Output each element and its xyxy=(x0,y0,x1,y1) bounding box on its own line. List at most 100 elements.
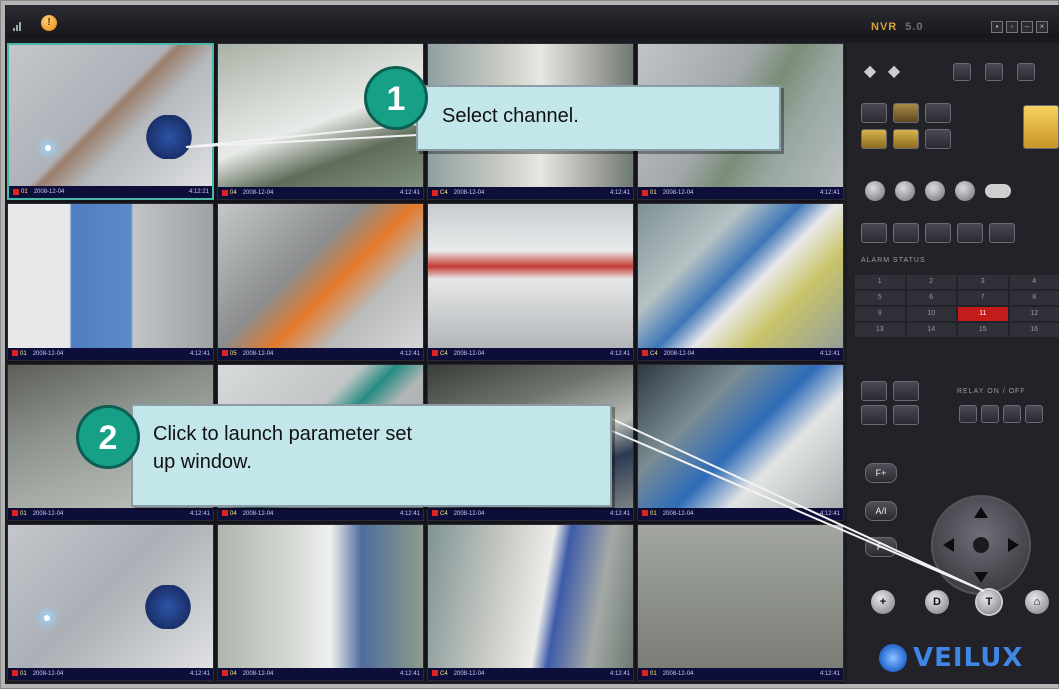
channel-info-bar: 04 2008-12-04 4:12:41 xyxy=(218,507,423,520)
home-icon[interactable]: ⌂ xyxy=(1025,590,1049,614)
minimize-button[interactable]: – xyxy=(1021,21,1033,33)
channel-time: 4:12:41 xyxy=(819,350,840,357)
record-icon xyxy=(222,189,228,196)
channel-number: 04 xyxy=(230,671,237,677)
callout-1-badge: 1 xyxy=(364,66,428,130)
record-3-button[interactable] xyxy=(925,181,945,201)
hand-icon[interactable] xyxy=(925,129,951,149)
lock-button[interactable]: ▪ xyxy=(991,21,1003,33)
channel-number: 01 xyxy=(20,671,27,677)
layout-4-button[interactable] xyxy=(985,63,1003,81)
snapshot-icon[interactable] xyxy=(861,223,887,243)
relay-1-button[interactable] xyxy=(959,405,977,423)
brand-name: VEILUX xyxy=(913,643,1024,673)
focus-minus-button[interactable]: F- xyxy=(865,537,897,557)
channel-date: 2008-12-04 xyxy=(453,671,485,677)
camera-channel-7[interactable]: C4 2008-12-04 4:12:41 xyxy=(427,203,634,361)
zoom-tool-icon[interactable] xyxy=(925,223,951,243)
relay-3-button[interactable] xyxy=(1003,405,1021,423)
channel-number: 01 xyxy=(21,189,28,196)
light-glare xyxy=(44,614,50,621)
ptz-left-icon[interactable] xyxy=(943,538,954,552)
channel-time: 4:12:41 xyxy=(819,190,840,197)
camera-channel-6[interactable]: 05 2008-12-04 4:12:41 xyxy=(217,203,424,361)
edit-icon[interactable] xyxy=(893,129,919,149)
ptz-down-icon[interactable] xyxy=(974,572,988,583)
camera-channel-13[interactable]: 01 2008-12-04 4:12:41 xyxy=(7,523,214,681)
channel-info-bar: 01 2008-12-04 4:12:41 xyxy=(638,668,843,680)
disk-icon[interactable]: D xyxy=(925,590,949,614)
channel-info-bar: 01 2008-12-04 4:12:41 xyxy=(638,187,843,200)
layout-1-button[interactable] xyxy=(953,63,971,81)
camera-channel-12[interactable]: 01 2008-12-04 4:12:41 xyxy=(637,363,844,521)
audio-icon[interactable] xyxy=(957,223,983,243)
folder-icon[interactable] xyxy=(861,129,887,149)
volume-slider[interactable] xyxy=(985,184,1011,198)
record-1-button[interactable] xyxy=(865,181,885,201)
function-row-2 xyxy=(861,129,957,149)
callout-2-badge: 2 xyxy=(76,405,140,469)
grid-mode-button[interactable] xyxy=(1023,105,1059,149)
channel-date: 2008-12-04 xyxy=(32,350,64,357)
alarm-cell: 6 xyxy=(906,291,956,305)
camera-channel-14[interactable]: 04 2008-12-04 4:12:41 xyxy=(217,523,424,681)
channel-number: 01 xyxy=(650,510,657,517)
channel-date: 2008-12-04 xyxy=(662,190,694,197)
list-icon[interactable] xyxy=(861,103,887,123)
channel-info-bar: C4 2008-12-04 4:12:41 xyxy=(428,187,633,200)
channel-time: 4:12:41 xyxy=(819,510,840,517)
ptz-joystick[interactable] xyxy=(931,495,1031,595)
pen-icon[interactable] xyxy=(989,223,1015,243)
camera-channel-15[interactable]: C4 2008-12-04 4:12:41 xyxy=(427,523,634,681)
logo-icon[interactable]: ! xyxy=(41,15,57,31)
relay-buttons xyxy=(959,405,1049,423)
playback-icon[interactable] xyxy=(893,381,919,401)
channel-info-bar: 04 2008-12-04 4:12:41 xyxy=(218,187,423,200)
ptz-center-icon[interactable] xyxy=(973,537,989,553)
alarm-cell: 1 xyxy=(855,275,905,289)
focus-plus-button[interactable]: F+ xyxy=(865,463,897,483)
record-icon xyxy=(642,349,648,356)
monitor-icon[interactable] xyxy=(861,381,887,401)
channel-time: 4:12:41 xyxy=(399,350,420,357)
channel-date: 2008-12-04 xyxy=(242,671,274,677)
record-icon xyxy=(12,510,18,517)
camera-channel-1[interactable]: 01 2008-12-04 4:12:21 xyxy=(7,43,214,201)
search-button[interactable] xyxy=(861,405,887,425)
clipboard-icon[interactable] xyxy=(925,103,951,123)
close-button[interactable]: × xyxy=(1036,21,1048,33)
alarm-cell: 9 xyxy=(855,307,905,321)
channel-time: 4:12:21 xyxy=(188,189,209,196)
record-4-button[interactable] xyxy=(955,181,975,201)
relay-2-button[interactable] xyxy=(981,405,999,423)
relay-4-button[interactable] xyxy=(1025,405,1043,423)
camera-folder-icon[interactable] xyxy=(893,103,919,123)
record-2-button[interactable] xyxy=(895,181,915,201)
record-icon xyxy=(12,670,18,677)
ptz-up-icon[interactable] xyxy=(974,507,988,518)
channel-info-bar: C4 2008-12-04 4:12:41 xyxy=(428,507,633,520)
setup-button[interactable]: T xyxy=(977,590,1001,614)
channel-time: 4:12:41 xyxy=(189,671,210,677)
channel-date: 2008-12-04 xyxy=(32,510,64,517)
scene-object xyxy=(138,584,198,629)
rotate-icon[interactable] xyxy=(893,223,919,243)
camera-channel-8[interactable]: C4 2008-12-04 4:12:41 xyxy=(637,203,844,361)
ptz-right-icon[interactable] xyxy=(1008,538,1019,552)
layout-9-button[interactable] xyxy=(1017,63,1035,81)
channel-time: 4:12:41 xyxy=(399,190,420,197)
channel-date: 2008-12-04 xyxy=(242,350,274,357)
auto-iris-button[interactable]: A/I xyxy=(865,501,897,521)
channel-date: 2008-12-04 xyxy=(453,350,485,357)
channel-date: 2008-12-04 xyxy=(662,671,694,677)
camera-channel-16[interactable]: 01 2008-12-04 4:12:41 xyxy=(637,523,844,681)
settings-window-button[interactable]: ▫ xyxy=(1006,21,1018,33)
record-icon xyxy=(222,349,228,356)
back-arrow-icon[interactable]: ◆ xyxy=(861,63,879,83)
channel-date: 2008-12-04 xyxy=(663,350,695,357)
search-row-1 xyxy=(861,381,925,401)
zoom-in-icon[interactable]: + xyxy=(871,590,895,614)
forward-arrow-icon[interactable]: ◆ xyxy=(885,63,903,83)
magnifier-icon[interactable] xyxy=(893,405,919,425)
camera-channel-5[interactable]: 01 2008-12-04 4:12:41 xyxy=(7,203,214,361)
